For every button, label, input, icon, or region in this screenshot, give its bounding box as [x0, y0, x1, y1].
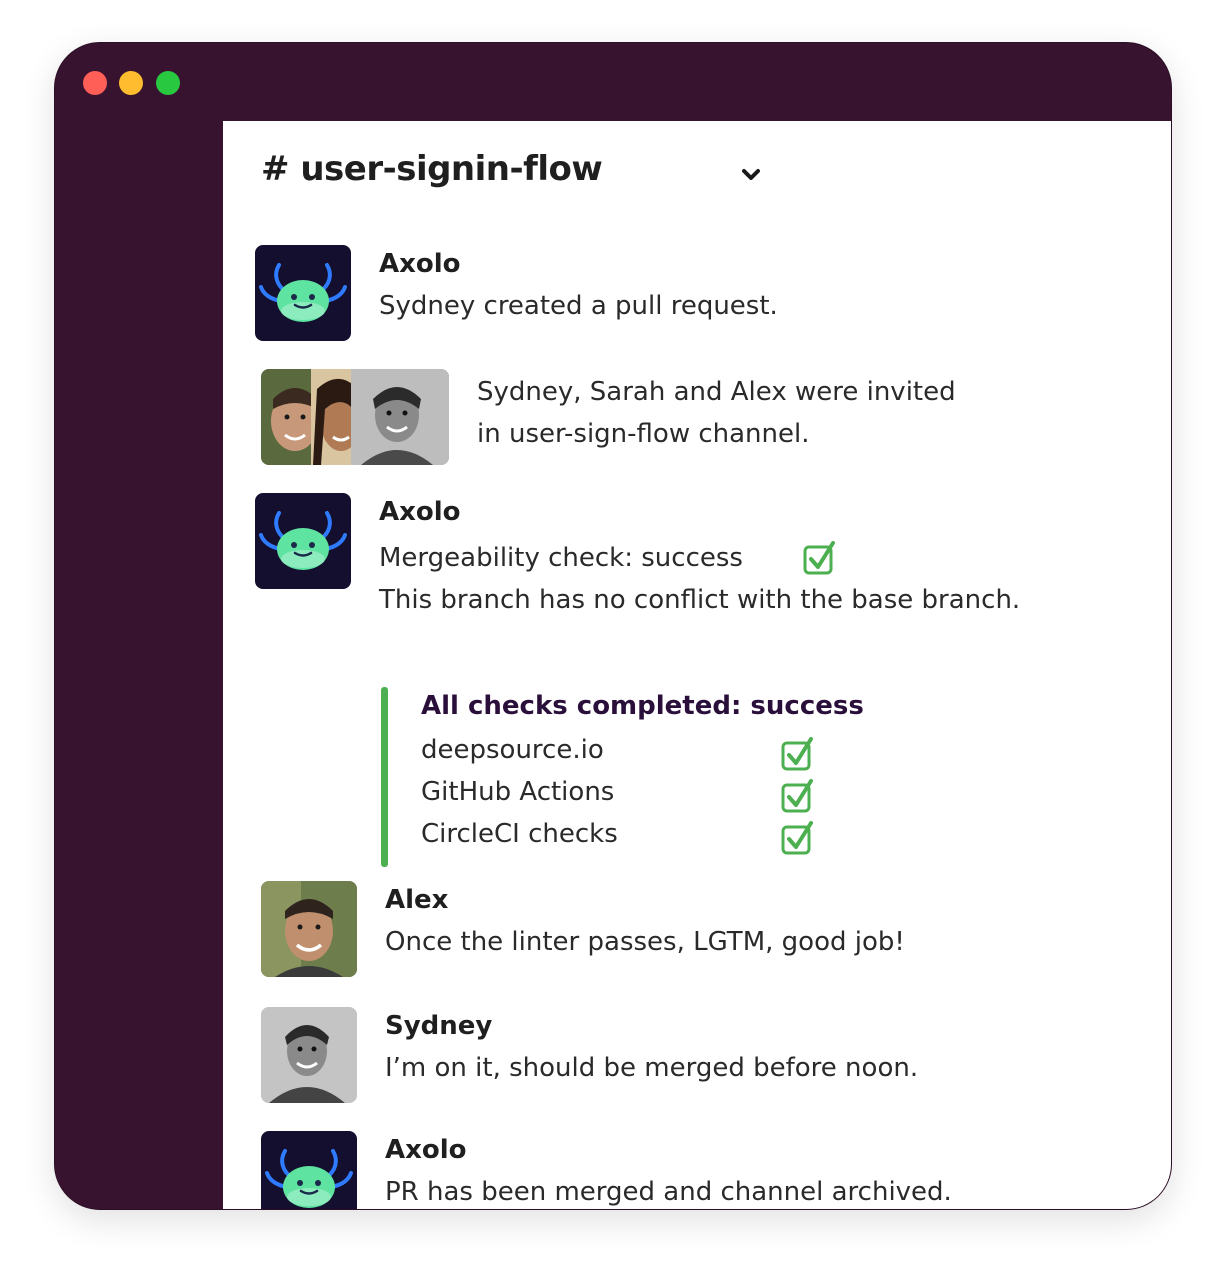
alex-avatar[interactable] — [261, 881, 357, 977]
zoom-button[interactable] — [156, 71, 180, 95]
axolo-bot-icon[interactable] — [261, 1131, 357, 1209]
channel-title[interactable]: # user-signin-flow — [261, 149, 603, 189]
checkbox-checked-icon — [781, 779, 813, 813]
axolo-bot-icon[interactable] — [255, 493, 351, 589]
check-item: GitHub Actions — [421, 777, 615, 807]
message-text: Mergeability check: success — [379, 543, 743, 573]
checkbox-checked-icon — [781, 737, 813, 771]
checkbox-checked-icon — [781, 821, 813, 855]
message-text: in user-sign-flow channel. — [477, 419, 810, 449]
checks-title: All checks completed: success — [421, 691, 864, 721]
check-item: CircleCI checks — [421, 819, 618, 849]
sydney-avatar[interactable] — [261, 1007, 357, 1103]
message-text: I’m on it, should be merged before noon. — [385, 1053, 919, 1083]
group-avatars — [261, 369, 449, 465]
chevron-down-icon[interactable] — [739, 165, 763, 185]
message-author[interactable]: Sydney — [385, 1011, 492, 1041]
message-text: Once the linter passes, LGTM, good job! — [385, 927, 905, 957]
close-button[interactable] — [83, 71, 107, 95]
minimize-button[interactable] — [119, 71, 143, 95]
message-author[interactable]: Axolo — [379, 497, 461, 527]
message-author[interactable]: Axolo — [385, 1135, 467, 1165]
message-text: Sydney created a pull request. — [379, 291, 778, 321]
sidebar — [55, 121, 223, 1209]
title-bar — [55, 43, 1171, 121]
channel-view: # user-signin-flow Axolo Sydney created … — [223, 121, 1171, 1209]
message-author[interactable]: Axolo — [379, 249, 461, 279]
checkbox-checked-icon — [803, 541, 835, 575]
message-text: This branch has no conflict with the bas… — [379, 585, 1021, 615]
check-item: deepsource.io — [421, 735, 604, 765]
attachment-bar — [381, 687, 388, 867]
message-text: Sydney, Sarah and Alex were invited — [477, 377, 956, 407]
message-text: PR has been merged and channel archived. — [385, 1177, 952, 1207]
axolo-bot-icon[interactable] — [255, 245, 351, 341]
message-author[interactable]: Alex — [385, 885, 448, 915]
app-window: # user-signin-flow Axolo Sydney created … — [54, 42, 1172, 1210]
